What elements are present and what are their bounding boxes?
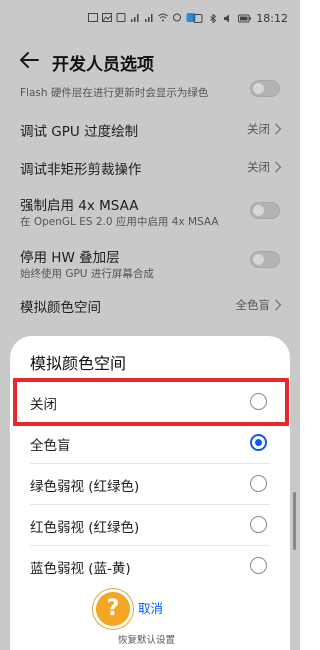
list-item-force-msaa[interactable]: 强制启用 4x MSAA 在 OpenGL ES 2.0 应用中启用 4x MS… <box>0 188 300 234</box>
list-item-simulate-color-space[interactable]: 模拟颜色空间 全色盲 <box>0 288 300 324</box>
restore-defaults-hint: 恢复默认设置 <box>118 635 176 646</box>
list-item-value: 关闭 <box>247 160 270 174</box>
partial-item-toggle[interactable] <box>250 80 280 97</box>
scrollbar[interactable] <box>293 492 296 550</box>
screen: 18:12 开发人员选项 Flash 硬件层在进行更新时会显示为绿色 调试 GP… <box>0 0 300 650</box>
list-item-value: 关闭 <box>247 122 270 136</box>
status-right-icons: 18:12 <box>193 12 288 25</box>
chevron-right-icon <box>275 161 282 173</box>
signal-icon <box>131 14 139 22</box>
app-header: 开发人员选项 <box>0 40 300 80</box>
radio-button[interactable] <box>250 475 267 492</box>
bluetooth-icon <box>210 14 217 23</box>
list-item-title: 模拟颜色空间 <box>20 300 101 316</box>
cancel-button[interactable]: 取消 <box>138 598 163 617</box>
list-item-disable-hw-overlay[interactable]: 停用 HW 叠加层 始终使用 GPU 进行屏幕合成 <box>0 240 300 286</box>
chevron-right-icon <box>275 123 282 135</box>
msaa-toggle[interactable] <box>250 202 280 219</box>
back-arrow-icon[interactable] <box>18 49 40 71</box>
image-icon <box>88 13 98 22</box>
notification-icon <box>116 13 126 22</box>
list-item-title: 调试 GPU 过度绘制 <box>20 124 139 140</box>
option-label: 红色弱视 (红绿色) <box>30 520 140 536</box>
nfc-icon <box>193 14 203 23</box>
help-glyph: ? <box>106 596 120 621</box>
wifi-icon <box>158 13 168 22</box>
option-label: 蓝色弱视 (蓝-黄) <box>30 561 131 577</box>
option-deuteranomaly[interactable]: 绿色弱视 (红绿色) <box>10 464 290 504</box>
list-item-title: 停用 HW 叠加层 <box>20 250 120 266</box>
list-item-gpu-overdraw[interactable]: 调试 GPU 过度绘制 关闭 <box>0 110 300 146</box>
option-label: 绿色弱视 (红绿色) <box>30 479 140 495</box>
chevron-right-icon <box>275 299 282 311</box>
list-item-title: 强制启用 4x MSAA <box>20 198 139 214</box>
list-item-subtitle: 始终使用 GPU 进行屏幕合成 <box>20 268 154 280</box>
list-item-title: 调试非矩形剪裁操作 <box>20 162 142 178</box>
highlight-box <box>13 378 289 426</box>
option-label: 全色盲 <box>30 438 71 454</box>
gallery-icon <box>102 13 112 22</box>
option-protanomaly[interactable]: 红色弱视 (红绿色) <box>10 505 290 545</box>
help-badge-icon: ? <box>93 589 133 629</box>
list-item-subtitle: 在 OpenGL ES 2.0 应用中启用 4x MSAA <box>20 216 219 228</box>
signal-icon <box>145 14 153 22</box>
list-item-value: 全色盲 <box>235 298 271 312</box>
option-monochromacy[interactable]: 全色盲 <box>10 423 290 463</box>
list-item-partial: Flash 硬件层在进行更新时会显示为绿色 <box>0 80 300 104</box>
battery-icon <box>238 14 251 23</box>
page-title: 开发人员选项 <box>52 55 154 75</box>
radio-button-selected[interactable] <box>250 434 267 451</box>
sync-icon <box>173 13 181 22</box>
option-tritanomaly[interactable]: 蓝色弱视 (蓝-黄) <box>10 546 290 586</box>
list-item-nonrect-clip[interactable]: 调试非矩形剪裁操作 关闭 <box>0 148 300 184</box>
radio-button[interactable] <box>250 557 267 574</box>
status-time: 18:12 <box>256 12 288 25</box>
dialog-title: 模拟颜色空间 <box>30 354 127 373</box>
mute-icon <box>224 14 230 23</box>
status-left-icons <box>88 13 196 22</box>
status-bar: 18:12 <box>0 0 300 34</box>
radio-button[interactable] <box>250 516 267 533</box>
hw-overlay-toggle[interactable] <box>250 251 280 268</box>
partial-item-subtitle: Flash 硬件层在进行更新时会显示为绿色 <box>20 87 209 99</box>
